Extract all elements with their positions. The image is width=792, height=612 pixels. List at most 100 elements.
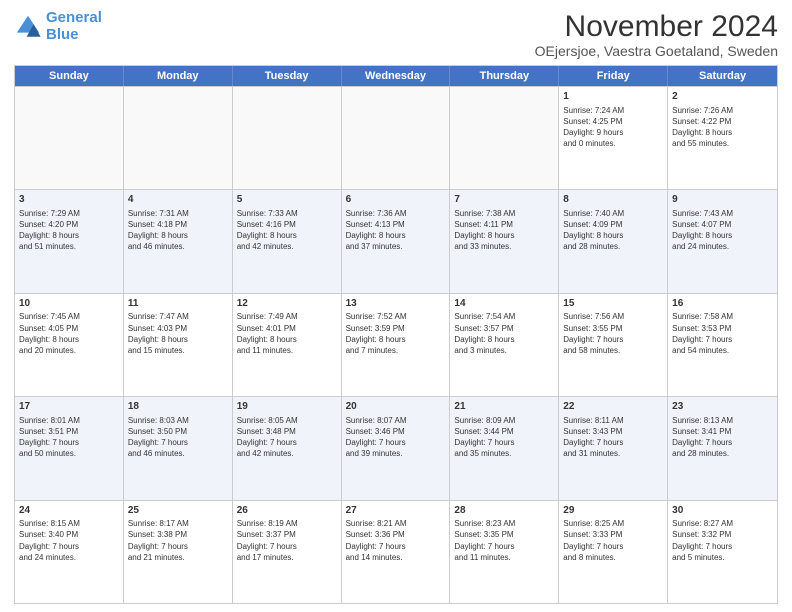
- week-3: 10Sunrise: 7:45 AM Sunset: 4:05 PM Dayli…: [15, 293, 777, 396]
- cell-w5-d7: 30Sunrise: 8:27 AM Sunset: 3:32 PM Dayli…: [668, 501, 777, 603]
- day-info: Sunrise: 8:11 AM Sunset: 3:43 PM Dayligh…: [563, 415, 663, 460]
- calendar-header: Sunday Monday Tuesday Wednesday Thursday…: [15, 66, 777, 86]
- day-info: Sunrise: 8:07 AM Sunset: 3:46 PM Dayligh…: [346, 415, 446, 460]
- day-info: Sunrise: 8:19 AM Sunset: 3:37 PM Dayligh…: [237, 518, 337, 563]
- day-info: Sunrise: 8:13 AM Sunset: 3:41 PM Dayligh…: [672, 415, 773, 460]
- day-number: 12: [237, 297, 337, 311]
- day-info: Sunrise: 8:01 AM Sunset: 3:51 PM Dayligh…: [19, 415, 119, 460]
- day-number: 13: [346, 297, 446, 311]
- day-number: 14: [454, 297, 554, 311]
- day-info: Sunrise: 7:49 AM Sunset: 4:01 PM Dayligh…: [237, 311, 337, 356]
- cell-w2-d6: 8Sunrise: 7:40 AM Sunset: 4:09 PM Daylig…: [559, 190, 668, 292]
- cell-w4-d6: 22Sunrise: 8:11 AM Sunset: 3:43 PM Dayli…: [559, 397, 668, 499]
- day-info: Sunrise: 8:21 AM Sunset: 3:36 PM Dayligh…: [346, 518, 446, 563]
- cell-w3-d4: 13Sunrise: 7:52 AM Sunset: 3:59 PM Dayli…: [342, 294, 451, 396]
- day-number: 15: [563, 297, 663, 311]
- day-number: 6: [346, 193, 446, 207]
- cell-w2-d4: 6Sunrise: 7:36 AM Sunset: 4:13 PM Daylig…: [342, 190, 451, 292]
- col-friday: Friday: [559, 66, 668, 86]
- day-number: 30: [672, 504, 773, 518]
- day-number: 8: [563, 193, 663, 207]
- day-info: Sunrise: 7:33 AM Sunset: 4:16 PM Dayligh…: [237, 208, 337, 253]
- day-number: 24: [19, 504, 119, 518]
- logo-text: General Blue: [46, 10, 102, 43]
- day-info: Sunrise: 7:54 AM Sunset: 3:57 PM Dayligh…: [454, 311, 554, 356]
- day-number: 10: [19, 297, 119, 311]
- day-info: Sunrise: 7:24 AM Sunset: 4:25 PM Dayligh…: [563, 105, 663, 150]
- cell-w1-d5: [450, 87, 559, 189]
- day-number: 9: [672, 193, 773, 207]
- day-info: Sunrise: 7:38 AM Sunset: 4:11 PM Dayligh…: [454, 208, 554, 253]
- col-sunday: Sunday: [15, 66, 124, 86]
- cell-w3-d2: 11Sunrise: 7:47 AM Sunset: 4:03 PM Dayli…: [124, 294, 233, 396]
- day-info: Sunrise: 7:58 AM Sunset: 3:53 PM Dayligh…: [672, 311, 773, 356]
- cell-w1-d1: [15, 87, 124, 189]
- logo-line2: Blue: [46, 26, 79, 43]
- day-number: 7: [454, 193, 554, 207]
- day-number: 5: [237, 193, 337, 207]
- cell-w2-d2: 4Sunrise: 7:31 AM Sunset: 4:18 PM Daylig…: [124, 190, 233, 292]
- day-number: 28: [454, 504, 554, 518]
- day-info: Sunrise: 8:05 AM Sunset: 3:48 PM Dayligh…: [237, 415, 337, 460]
- cell-w4-d5: 21Sunrise: 8:09 AM Sunset: 3:44 PM Dayli…: [450, 397, 559, 499]
- calendar-body: 1Sunrise: 7:24 AM Sunset: 4:25 PM Daylig…: [15, 86, 777, 603]
- day-number: 1: [563, 90, 663, 104]
- day-info: Sunrise: 8:25 AM Sunset: 3:33 PM Dayligh…: [563, 518, 663, 563]
- cell-w5-d4: 27Sunrise: 8:21 AM Sunset: 3:36 PM Dayli…: [342, 501, 451, 603]
- day-number: 19: [237, 400, 337, 414]
- day-info: Sunrise: 7:47 AM Sunset: 4:03 PM Dayligh…: [128, 311, 228, 356]
- day-info: Sunrise: 7:52 AM Sunset: 3:59 PM Dayligh…: [346, 311, 446, 356]
- col-wednesday: Wednesday: [342, 66, 451, 86]
- week-2: 3Sunrise: 7:29 AM Sunset: 4:20 PM Daylig…: [15, 189, 777, 292]
- cell-w4-d1: 17Sunrise: 8:01 AM Sunset: 3:51 PM Dayli…: [15, 397, 124, 499]
- col-thursday: Thursday: [450, 66, 559, 86]
- day-number: 20: [346, 400, 446, 414]
- cell-w1-d6: 1Sunrise: 7:24 AM Sunset: 4:25 PM Daylig…: [559, 87, 668, 189]
- day-info: Sunrise: 7:43 AM Sunset: 4:07 PM Dayligh…: [672, 208, 773, 253]
- cell-w4-d3: 19Sunrise: 8:05 AM Sunset: 3:48 PM Dayli…: [233, 397, 342, 499]
- cell-w2-d1: 3Sunrise: 7:29 AM Sunset: 4:20 PM Daylig…: [15, 190, 124, 292]
- cell-w1-d7: 2Sunrise: 7:26 AM Sunset: 4:22 PM Daylig…: [668, 87, 777, 189]
- col-tuesday: Tuesday: [233, 66, 342, 86]
- col-monday: Monday: [124, 66, 233, 86]
- logo: General Blue: [14, 10, 102, 43]
- day-info: Sunrise: 8:27 AM Sunset: 3:32 PM Dayligh…: [672, 518, 773, 563]
- cell-w4-d4: 20Sunrise: 8:07 AM Sunset: 3:46 PM Dayli…: [342, 397, 451, 499]
- cell-w1-d4: [342, 87, 451, 189]
- cell-w4-d2: 18Sunrise: 8:03 AM Sunset: 3:50 PM Dayli…: [124, 397, 233, 499]
- cell-w5-d5: 28Sunrise: 8:23 AM Sunset: 3:35 PM Dayli…: [450, 501, 559, 603]
- cell-w5-d6: 29Sunrise: 8:25 AM Sunset: 3:33 PM Dayli…: [559, 501, 668, 603]
- logo-line1: General: [46, 9, 102, 26]
- cell-w4-d7: 23Sunrise: 8:13 AM Sunset: 3:41 PM Dayli…: [668, 397, 777, 499]
- day-number: 22: [563, 400, 663, 414]
- day-info: Sunrise: 8:23 AM Sunset: 3:35 PM Dayligh…: [454, 518, 554, 563]
- day-info: Sunrise: 7:36 AM Sunset: 4:13 PM Dayligh…: [346, 208, 446, 253]
- header: General Blue November 2024 OEjersjoe, Va…: [14, 10, 778, 59]
- week-1: 1Sunrise: 7:24 AM Sunset: 4:25 PM Daylig…: [15, 86, 777, 189]
- cell-w2-d5: 7Sunrise: 7:38 AM Sunset: 4:11 PM Daylig…: [450, 190, 559, 292]
- day-number: 11: [128, 297, 228, 311]
- day-info: Sunrise: 7:56 AM Sunset: 3:55 PM Dayligh…: [563, 311, 663, 356]
- cell-w5-d3: 26Sunrise: 8:19 AM Sunset: 3:37 PM Dayli…: [233, 501, 342, 603]
- day-number: 21: [454, 400, 554, 414]
- cell-w3-d6: 15Sunrise: 7:56 AM Sunset: 3:55 PM Dayli…: [559, 294, 668, 396]
- logo-icon: [14, 13, 42, 41]
- cell-w1-d2: [124, 87, 233, 189]
- cell-w3-d7: 16Sunrise: 7:58 AM Sunset: 3:53 PM Dayli…: [668, 294, 777, 396]
- day-info: Sunrise: 8:15 AM Sunset: 3:40 PM Dayligh…: [19, 518, 119, 563]
- day-info: Sunrise: 7:45 AM Sunset: 4:05 PM Dayligh…: [19, 311, 119, 356]
- cell-w3-d3: 12Sunrise: 7:49 AM Sunset: 4:01 PM Dayli…: [233, 294, 342, 396]
- day-number: 27: [346, 504, 446, 518]
- day-number: 3: [19, 193, 119, 207]
- day-info: Sunrise: 8:17 AM Sunset: 3:38 PM Dayligh…: [128, 518, 228, 563]
- cell-w5-d1: 24Sunrise: 8:15 AM Sunset: 3:40 PM Dayli…: [15, 501, 124, 603]
- day-number: 16: [672, 297, 773, 311]
- day-number: 29: [563, 504, 663, 518]
- cell-w1-d3: [233, 87, 342, 189]
- day-number: 17: [19, 400, 119, 414]
- week-5: 24Sunrise: 8:15 AM Sunset: 3:40 PM Dayli…: [15, 500, 777, 603]
- col-saturday: Saturday: [668, 66, 777, 86]
- day-number: 2: [672, 90, 773, 104]
- cell-w2-d3: 5Sunrise: 7:33 AM Sunset: 4:16 PM Daylig…: [233, 190, 342, 292]
- page: General Blue November 2024 OEjersjoe, Va…: [0, 0, 792, 612]
